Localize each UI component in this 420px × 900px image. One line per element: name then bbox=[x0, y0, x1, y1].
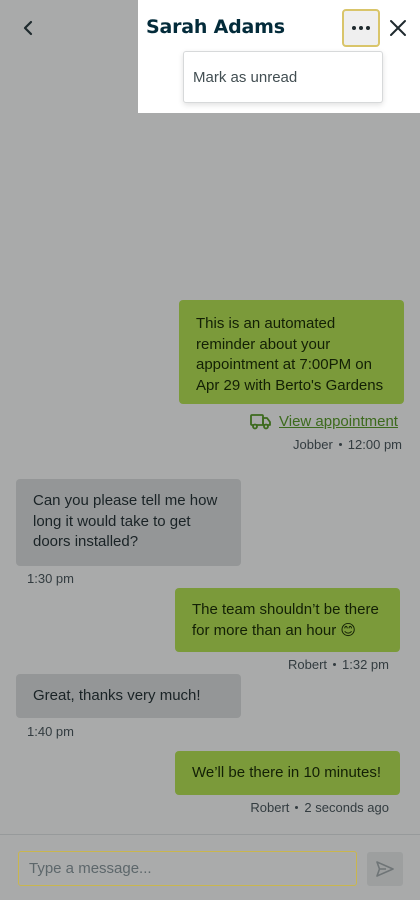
message-bubble-incoming: Great, thanks very much! bbox=[16, 674, 241, 718]
view-appointment-link[interactable]: View appointment bbox=[279, 413, 398, 430]
menu-item-mark-unread[interactable]: Mark as unread bbox=[193, 69, 297, 86]
message-meta: 1:40 pm bbox=[27, 724, 74, 739]
message-bubble-outgoing: This is an automated reminder about your… bbox=[179, 300, 404, 404]
conversation-header: Sarah Adams Mark as unread bbox=[138, 0, 420, 113]
message-bubble-incoming: Can you please tell me how long it would… bbox=[16, 479, 241, 566]
message-bubble-outgoing: We’ll be there in 10 minutes! bbox=[175, 751, 400, 795]
separator-dot bbox=[333, 663, 337, 667]
send-button[interactable] bbox=[367, 852, 403, 886]
message-bubble-outgoing: The team shouldn’t be there for more tha… bbox=[175, 588, 400, 652]
more-icon bbox=[352, 26, 356, 30]
close-button[interactable] bbox=[384, 14, 412, 42]
send-icon bbox=[376, 861, 394, 877]
more-icon-dot bbox=[359, 26, 363, 30]
message-meta: 1:30 pm bbox=[27, 571, 74, 586]
message-sender: Robert bbox=[287, 657, 328, 672]
truck-icon bbox=[250, 413, 271, 430]
conversation-title: Sarah Adams bbox=[146, 16, 285, 38]
close-icon bbox=[390, 20, 406, 36]
message-time: 1:40 pm bbox=[27, 724, 74, 739]
more-options-button[interactable] bbox=[342, 9, 380, 47]
message-sender: Jobber bbox=[293, 437, 333, 452]
back-button[interactable] bbox=[14, 14, 42, 42]
message-time: 12:00 pm bbox=[347, 437, 402, 452]
chevron-left-icon bbox=[23, 20, 33, 36]
message-time: 1:30 pm bbox=[27, 571, 74, 586]
more-icon-dot bbox=[366, 26, 370, 30]
appointment-link-row[interactable]: View appointment bbox=[250, 410, 398, 432]
message-meta: Jobber 12:00 pm bbox=[293, 437, 402, 452]
message-input[interactable] bbox=[18, 851, 357, 886]
message-time: 2 seconds ago bbox=[304, 800, 389, 815]
message-meta: Robert 2 seconds ago bbox=[250, 800, 389, 815]
options-menu: Mark as unread bbox=[183, 51, 383, 103]
message-sender: Robert bbox=[250, 800, 290, 815]
separator-dot bbox=[338, 443, 342, 447]
message-time: 1:32 pm bbox=[342, 657, 389, 672]
message-meta: Robert 1:32 pm bbox=[288, 657, 389, 672]
separator-dot bbox=[295, 806, 299, 810]
message-composer bbox=[0, 834, 420, 900]
